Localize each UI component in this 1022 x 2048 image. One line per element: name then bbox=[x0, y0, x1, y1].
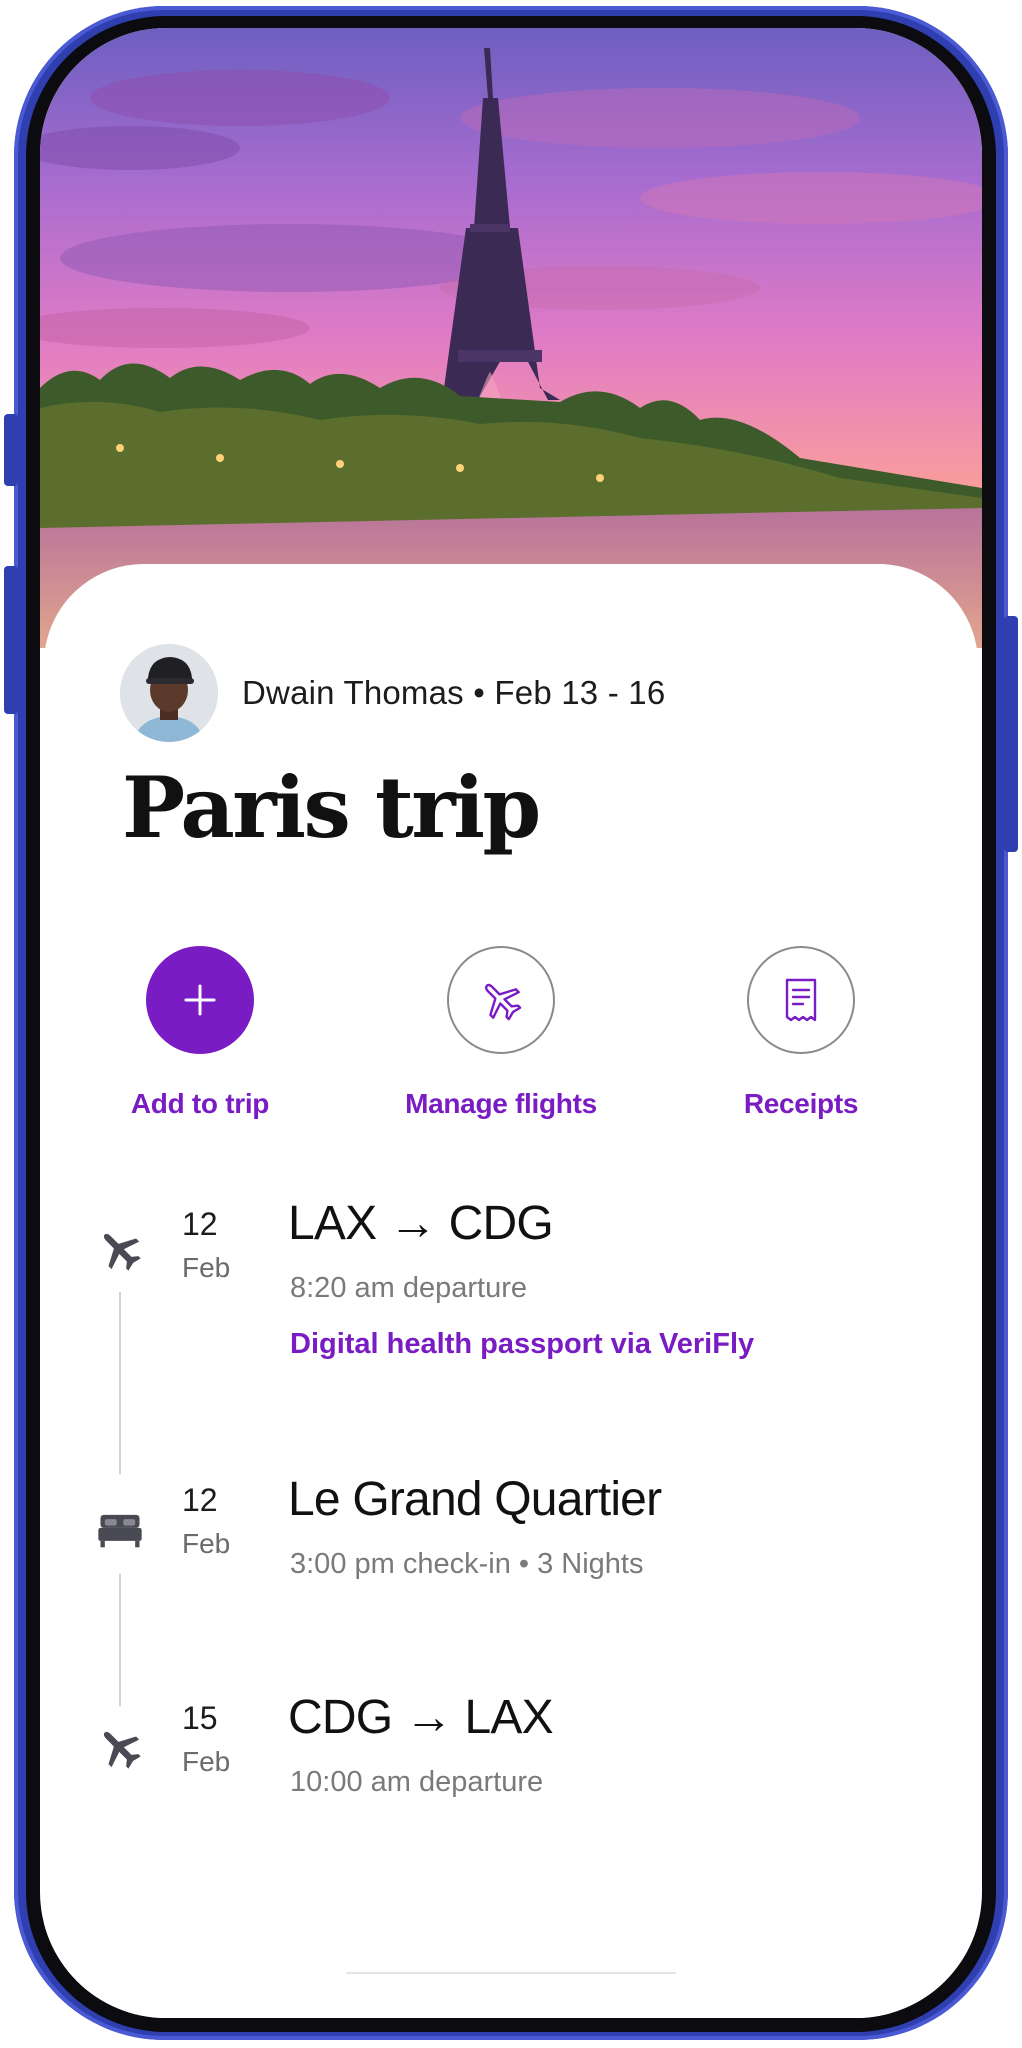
page-title: Paris trip bbox=[122, 758, 541, 857]
itinerary-subtitle: 10:00 am departure bbox=[290, 1766, 544, 1798]
airplane-icon bbox=[484, 983, 522, 1021]
side-button-volume-down bbox=[4, 566, 18, 714]
itinerary-day: 15 bbox=[182, 1700, 218, 1736]
quick-actions: Add to trip Manage flights Receipts bbox=[44, 946, 978, 1146]
itinerary-day: 12 bbox=[182, 1206, 218, 1242]
itinerary-item-flight-return[interactable]: 15 Feb CDG → LAX 10:00 am departure bbox=[44, 1691, 978, 1840]
trip-dates: Feb 13 - 16 bbox=[494, 674, 666, 711]
home-indicator[interactable] bbox=[346, 1972, 676, 1974]
bed-icon bbox=[98, 1514, 142, 1548]
add-to-trip-label[interactable]: Add to trip bbox=[80, 1088, 320, 1120]
user-avatar-icon bbox=[120, 644, 218, 742]
airplane-icon bbox=[103, 1233, 141, 1271]
receipts-label[interactable]: Receipts bbox=[681, 1088, 921, 1120]
itinerary-month: Feb bbox=[182, 1746, 231, 1777]
itinerary-subtitle: 8:20 am departure bbox=[290, 1272, 527, 1304]
itinerary-month: Feb bbox=[182, 1528, 231, 1559]
traveler-name: Dwain Thomas bbox=[242, 674, 464, 711]
itinerary-item-hotel[interactable]: 12 Feb Le Grand Quartier 3:00 pm check-i… bbox=[44, 1473, 978, 1642]
phone-screen: Dwain Thomas • Feb 13 - 16 Paris trip Ad… bbox=[40, 28, 982, 2018]
receipts-button[interactable]: Receipts bbox=[681, 946, 921, 1120]
meta-separator: • bbox=[473, 674, 486, 711]
manage-flights-button[interactable]: Manage flights bbox=[381, 946, 621, 1120]
itinerary-subtitle: 3:00 pm check-in • 3 Nights bbox=[290, 1548, 644, 1580]
trip-details-sheet: Dwain Thomas • Feb 13 - 16 Paris trip Ad… bbox=[44, 564, 978, 2018]
trip-header: Dwain Thomas • Feb 13 - 16 bbox=[120, 644, 665, 742]
itinerary-title: LAX → CDG bbox=[288, 1197, 554, 1250]
itinerary-day: 12 bbox=[182, 1482, 218, 1518]
side-button-power bbox=[1004, 616, 1018, 852]
itinerary-item-flight-outbound[interactable]: 12 Feb LAX → CDG 8:20 am departure Digit… bbox=[44, 1197, 978, 1424]
itinerary-month: Feb bbox=[182, 1252, 231, 1283]
hero-image bbox=[40, 28, 982, 648]
manage-flights-label[interactable]: Manage flights bbox=[381, 1088, 621, 1120]
eiffel-tower-sunset-illustration bbox=[40, 28, 982, 648]
plus-icon bbox=[184, 984, 216, 1016]
receipt-icon bbox=[785, 978, 817, 1022]
receipts-circle[interactable] bbox=[747, 946, 855, 1054]
health-passport-link[interactable]: Digital health passport via VeriFly bbox=[290, 1328, 754, 1361]
airplane-icon bbox=[103, 1731, 141, 1769]
add-to-trip-button[interactable]: Add to trip bbox=[80, 946, 320, 1120]
avatar[interactable] bbox=[120, 644, 218, 742]
add-to-trip-circle[interactable] bbox=[146, 946, 254, 1054]
side-button-volume-up bbox=[4, 414, 18, 486]
itinerary-title: CDG → LAX bbox=[288, 1691, 554, 1744]
manage-flights-circle[interactable] bbox=[447, 946, 555, 1054]
itinerary-title: Le Grand Quartier bbox=[288, 1473, 662, 1526]
trip-meta: Dwain Thomas • Feb 13 - 16 bbox=[242, 674, 665, 712]
